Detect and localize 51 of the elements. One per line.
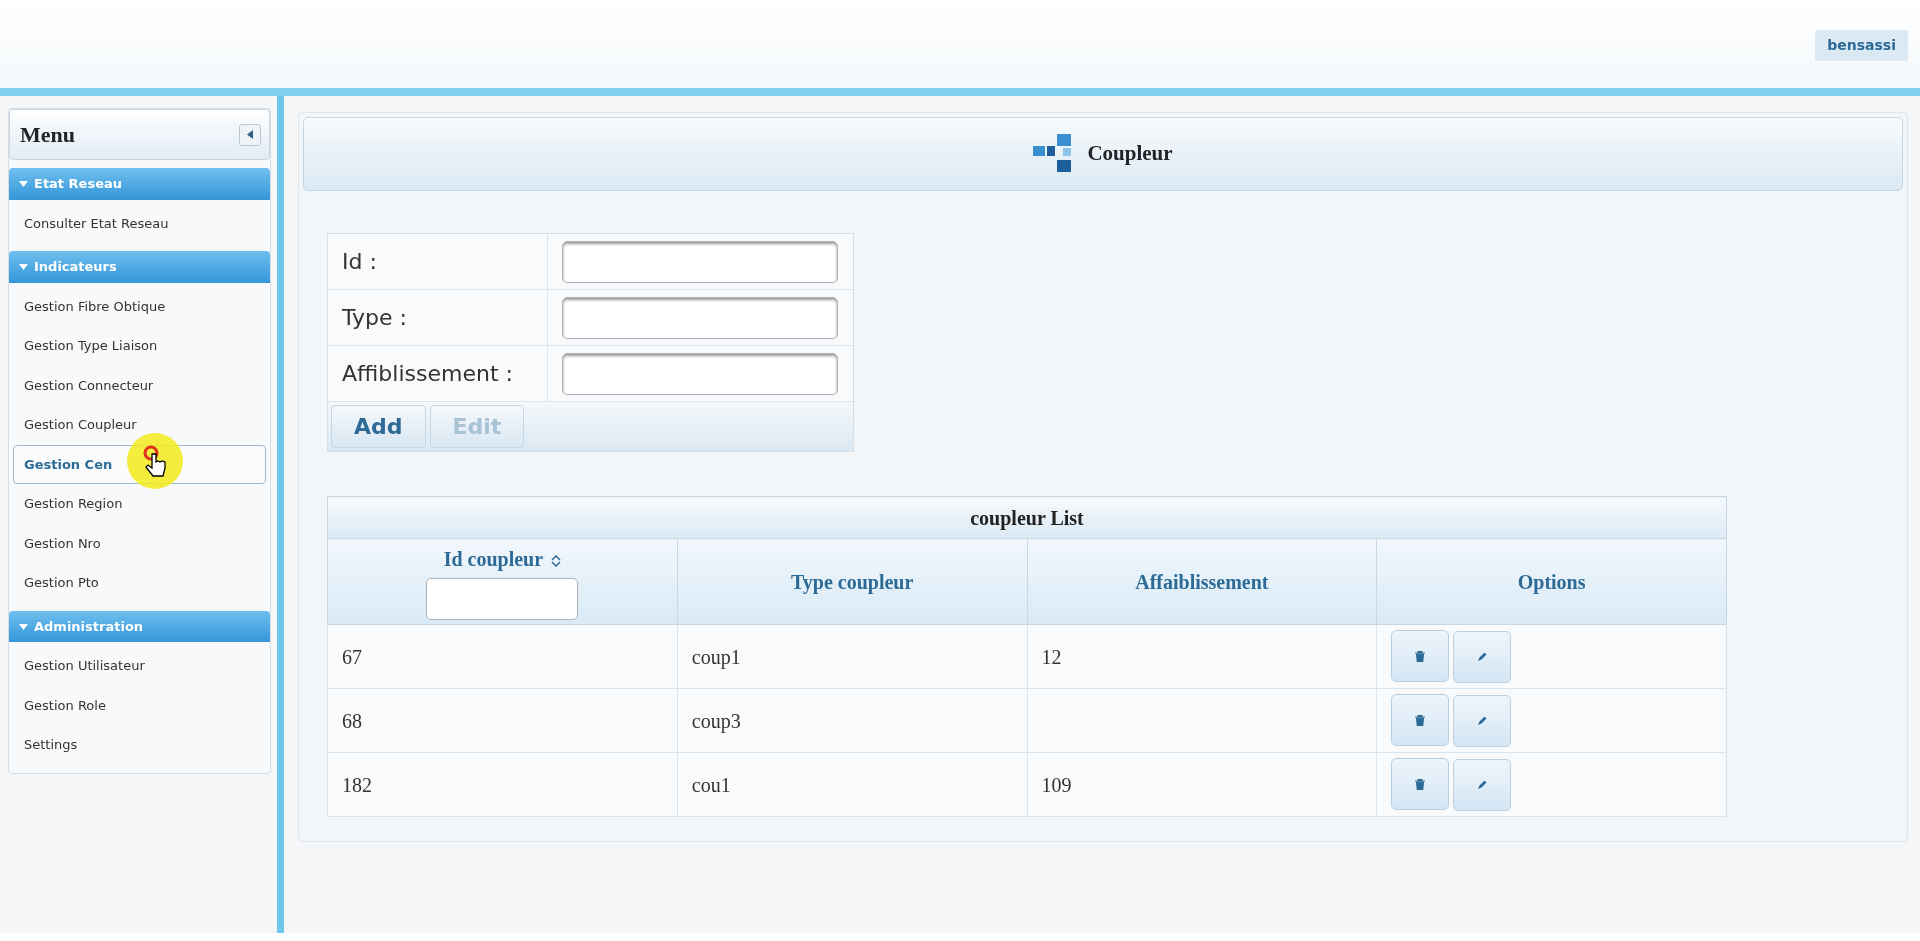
field-label: Type : [328,290,548,345]
menu-item[interactable]: Gestion Role [13,685,266,725]
column-header: Affaiblissement [1135,570,1269,593]
delete-button[interactable] [1391,630,1450,683]
menu-item[interactable]: Gestion Connecteur [13,365,266,405]
field-label: Affiblissement : [328,346,548,401]
column-header: Options [1517,570,1586,593]
collapse-button[interactable] [239,123,261,146]
table-cell: 67 [342,645,362,668]
trash-icon [1415,714,1426,726]
field-label: Id : [328,234,548,289]
left-caret-icon [247,130,253,139]
column-header: Type coupleur [790,570,914,593]
menu-item[interactable]: Gestion Type Liaison [13,326,266,366]
table-cell: cou1 [691,773,731,796]
delete-button[interactable] [1391,758,1450,811]
table-title: coupleur List [327,496,1727,539]
edit-row-button[interactable] [1453,758,1512,811]
column-header[interactable]: Id coupleur [443,547,544,570]
input-field[interactable] [562,352,838,395]
menu-title: Menu [20,121,75,149]
table-cell: coup1 [691,645,741,668]
filter-field[interactable] [426,577,579,620]
pencil-icon [1477,715,1488,726]
menu-item[interactable]: Settings [13,725,266,765]
input-field[interactable] [562,296,838,339]
input-field[interactable] [562,240,838,283]
menu-item[interactable]: Consulter Etat Reseau [13,203,266,243]
sort-icon[interactable] [551,554,562,567]
trash-icon [1415,650,1426,662]
table-cell: 182 [342,773,372,796]
table-cell: 12 [1041,645,1062,668]
table-cell: 109 [1041,773,1072,796]
cursor-icon [126,431,184,490]
menu-item[interactable]: Gestion Region [13,484,266,524]
menu-item[interactable]: Gestion Fibre Obtique [13,286,266,326]
menu-item[interactable]: Gestion Coupleur [13,405,266,445]
pencil-icon [1477,651,1488,662]
username-badge[interactable]: bensassi [1815,30,1908,61]
menu-item[interactable]: Gestion Pto [13,563,266,603]
delete-button[interactable] [1391,694,1450,747]
trash-icon [1415,778,1426,790]
edit-row-button[interactable] [1453,630,1512,683]
page-title: Coupleur [1087,140,1173,168]
menu-item[interactable]: Gestion Nro [13,523,266,563]
table-cell: 68 [342,709,362,732]
pencil-icon [1477,779,1488,790]
menu-item[interactable]: Gestion Utilisateur [13,646,266,686]
add-button[interactable]: Add [331,405,426,448]
edit-row-button[interactable] [1453,694,1512,747]
table-cell: coup3 [691,709,741,732]
